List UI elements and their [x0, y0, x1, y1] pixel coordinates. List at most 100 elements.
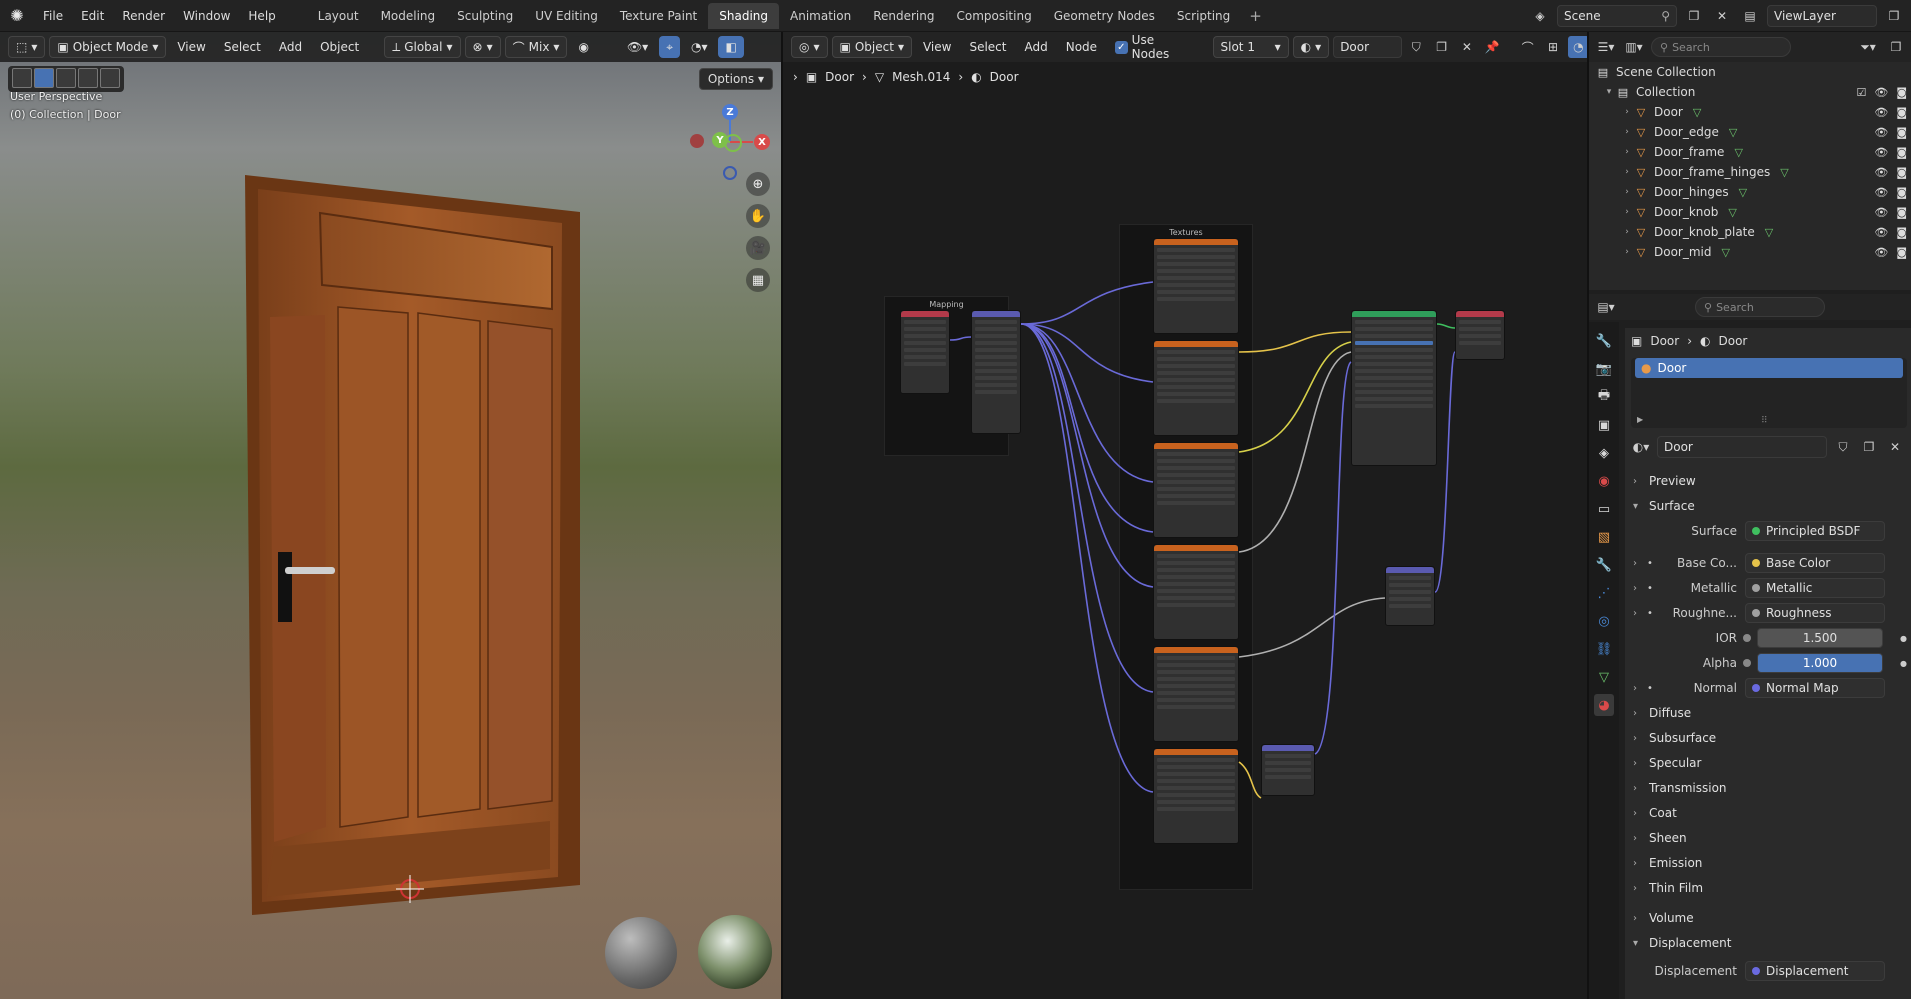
- metallic-field[interactable]: Metallic: [1745, 578, 1885, 598]
- overlay-icon[interactable]: ◔▾: [684, 36, 715, 58]
- material-slot-item[interactable]: ● Door: [1635, 358, 1903, 378]
- panel-specular[interactable]: › Specular: [1625, 752, 1911, 774]
- scene-tab-icon[interactable]: ◈: [1594, 442, 1614, 464]
- keyframe-dot-icon[interactable]: ●: [1900, 659, 1907, 668]
- eye-icon[interactable]: 👁: [1874, 246, 1888, 259]
- axis-z-icon[interactable]: Z: [722, 104, 738, 120]
- panel-subsurface[interactable]: › Subsurface: [1625, 727, 1911, 749]
- tab-uv-editing[interactable]: UV Editing: [524, 3, 609, 29]
- new-scene-icon[interactable]: ❐: [1683, 5, 1705, 27]
- surface-shader-field[interactable]: Principled BSDF: [1745, 521, 1885, 541]
- camera-render-icon[interactable]: ◙: [1896, 126, 1907, 139]
- box-select-subtract-icon[interactable]: [78, 68, 98, 88]
- editor-type-button[interactable]: ⬚ ▾: [8, 36, 46, 58]
- matcap-preview-ball[interactable]: [605, 917, 677, 989]
- tab-modeling[interactable]: Modeling: [370, 3, 447, 29]
- menu-view[interactable]: View: [170, 36, 212, 58]
- menu-render[interactable]: Render: [113, 4, 174, 28]
- resize-handle-icon[interactable]: ⠿: [1761, 416, 1768, 426]
- box-select-extend-icon[interactable]: [56, 68, 76, 88]
- menu-object[interactable]: Object: [313, 36, 366, 58]
- eye-icon[interactable]: 👁: [1874, 186, 1888, 199]
- menu-edit[interactable]: Edit: [72, 4, 113, 28]
- zoom-icon[interactable]: ⊕: [746, 172, 770, 196]
- snap-mix-dropdown[interactable]: ⌒ Mix ▾: [504, 36, 568, 58]
- tab-layout[interactable]: Layout: [307, 3, 370, 29]
- camera-render-icon[interactable]: ◙: [1896, 226, 1907, 239]
- eye-icon[interactable]: 👁: [1874, 166, 1888, 179]
- chevron-right-icon[interactable]: ›: [1621, 147, 1633, 157]
- chevron-right-icon[interactable]: ›: [1621, 107, 1633, 117]
- panel-sheen[interactable]: › Sheen: [1625, 827, 1911, 849]
- viewlayer-field[interactable]: ViewLayer: [1767, 5, 1877, 27]
- fake-user-shield-icon[interactable]: ⛉: [1833, 436, 1853, 458]
- outliner-item[interactable]: › ▽ Door_frame_hinges ▽ 👁 ◙: [1589, 162, 1911, 182]
- outliner-item[interactable]: › ▽ Door_hinges ▽ 👁 ◙: [1589, 182, 1911, 202]
- eye-icon[interactable]: 👁: [1874, 126, 1888, 139]
- hdri-preview-ball[interactable]: [698, 915, 772, 989]
- tab-texture-paint[interactable]: Texture Paint: [609, 3, 708, 29]
- box-select-intersect-icon[interactable]: [100, 68, 120, 88]
- tab-compositing[interactable]: Compositing: [945, 3, 1042, 29]
- outliner-item[interactable]: › ▽ Door_knob ▽ 👁 ◙: [1589, 202, 1911, 222]
- tweak-tool-icon[interactable]: [12, 68, 32, 88]
- scene-icon[interactable]: ◈: [1529, 5, 1551, 27]
- properties-search-input[interactable]: ⚲ Search: [1695, 297, 1825, 317]
- physics-tab-icon[interactable]: ◎: [1594, 610, 1614, 632]
- tab-shading[interactable]: Shading: [708, 2, 779, 29]
- tab-rendering[interactable]: Rendering: [862, 3, 945, 29]
- panel-coat[interactable]: › Coat: [1625, 802, 1911, 824]
- outliner-search-input[interactable]: ⚲ Search: [1651, 37, 1791, 57]
- axis-neg-x-icon[interactable]: [690, 134, 704, 148]
- display-mode-icon[interactable]: ▥▾: [1623, 36, 1645, 58]
- proportional-edit-icon[interactable]: ◉: [571, 36, 595, 58]
- material-name-field[interactable]: Door: [1657, 436, 1827, 458]
- grid-ortho-icon[interactable]: ▦: [746, 268, 770, 292]
- modifier-tab-icon[interactable]: 🔧: [1594, 554, 1614, 576]
- output-tab-icon[interactable]: 🖶: [1594, 386, 1614, 408]
- tab-scripting[interactable]: Scripting: [1166, 3, 1241, 29]
- outliner-item[interactable]: › ▽ Door_knob_plate ▽ 👁 ◙: [1589, 222, 1911, 242]
- data-tab-icon[interactable]: ▽: [1594, 666, 1614, 688]
- eye-icon[interactable]: 👁: [1874, 106, 1888, 119]
- eye-icon[interactable]: 👁: [1874, 86, 1888, 99]
- scene-field[interactable]: Scene ⚲: [1557, 5, 1677, 27]
- tab-animation[interactable]: Animation: [779, 3, 862, 29]
- collection-tab-icon[interactable]: ▭: [1594, 498, 1614, 520]
- axis-neg-z-icon[interactable]: [723, 166, 737, 180]
- pan-hand-icon[interactable]: ✋: [746, 204, 770, 228]
- menu-window[interactable]: Window: [174, 4, 239, 28]
- eye-icon[interactable]: 👁: [1874, 146, 1888, 159]
- panel-transmission[interactable]: › Transmission: [1625, 777, 1911, 799]
- scene-collection-row[interactable]: ▤ Scene Collection: [1589, 62, 1911, 82]
- chevron-right-icon[interactable]: ›: [1621, 127, 1633, 137]
- menu-help[interactable]: Help: [239, 4, 284, 28]
- chevron-right-icon[interactable]: ›: [1621, 207, 1633, 217]
- panel-diffuse[interactable]: › Diffuse: [1625, 702, 1911, 724]
- collection-row[interactable]: ▾ ▤ Collection ☑ 👁 ◙: [1589, 82, 1911, 102]
- camera-render-icon[interactable]: ◙: [1896, 106, 1907, 119]
- blender-logo-icon[interactable]: ✺: [0, 0, 34, 32]
- viewlayer-icon[interactable]: ▤: [1739, 5, 1761, 27]
- panel-displacement[interactable]: ▾ Displacement: [1625, 932, 1911, 954]
- eye-icon[interactable]: 👁: [1874, 206, 1888, 219]
- camera-render-icon[interactable]: ◙: [1896, 166, 1907, 179]
- render-tab-icon[interactable]: 📷: [1594, 358, 1614, 380]
- 3d-viewport[interactable]: ⬚ ▾ ▣ Object Mode ▾ View Select Add Obje…: [0, 32, 781, 999]
- displacement-field[interactable]: Displacement: [1745, 961, 1885, 981]
- panel-emission[interactable]: › Emission: [1625, 852, 1911, 874]
- outliner-item[interactable]: › ▽ Door ▽ 👁 ◙: [1589, 102, 1911, 122]
- normal-field[interactable]: Normal Map: [1745, 678, 1885, 698]
- ior-field[interactable]: 1.500: [1757, 628, 1883, 648]
- xray-icon[interactable]: ◧: [718, 36, 744, 58]
- chevron-right-icon[interactable]: ›: [1621, 227, 1633, 237]
- checkbox-icon[interactable]: ☑: [1856, 86, 1866, 99]
- chevron-right-icon[interactable]: ›: [1633, 608, 1637, 619]
- outliner-editor-icon[interactable]: ☰▾: [1595, 36, 1617, 58]
- menu-select[interactable]: Select: [217, 36, 268, 58]
- delete-scene-icon[interactable]: ✕: [1711, 5, 1733, 27]
- alpha-field[interactable]: 1.000: [1757, 653, 1883, 673]
- camera-render-icon[interactable]: ◙: [1896, 86, 1907, 99]
- new-collection-icon[interactable]: ❐: [1885, 36, 1907, 58]
- material-tab-icon[interactable]: ◕: [1594, 694, 1614, 716]
